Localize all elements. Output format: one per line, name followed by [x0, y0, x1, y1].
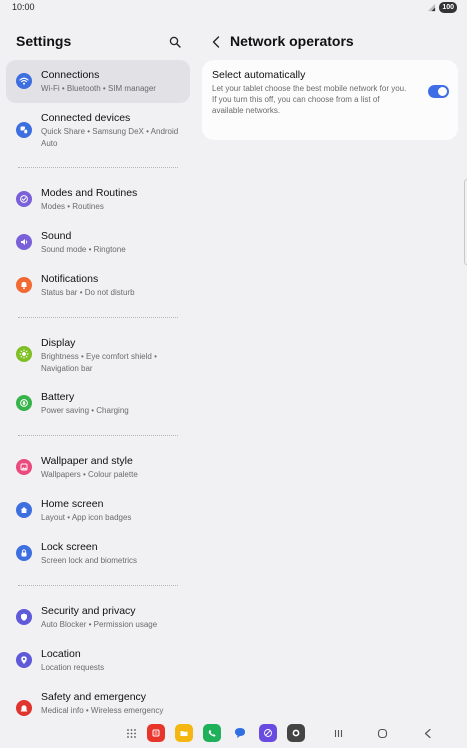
sidebar-item-title: Display — [41, 337, 76, 349]
recent-apps-icon — [334, 729, 342, 737]
sound-icon — [16, 234, 32, 250]
setting-description: Let your tablet choose the best mobile n… — [212, 84, 407, 115]
sidebar-item-subtitle: Screen lock and biometrics — [41, 556, 138, 565]
sidebar-item-subtitle: Medical info • Wireless emergency alerts — [41, 706, 164, 715]
sidebar-item-subtitle: Status bar • Do not disturb — [41, 288, 135, 297]
search-button[interactable] — [167, 34, 183, 50]
back-nav-button[interactable] — [418, 724, 436, 742]
network-operators-pane: Network operators Select automatically L… — [197, 16, 467, 716]
folder-app-icon[interactable] — [175, 724, 193, 742]
sidebar-item-wallpaper-and-style[interactable]: Wallpaper and style Wallpapers • Colour … — [6, 449, 190, 485]
battery-icon — [16, 395, 32, 411]
status-time: 10:00 — [12, 2, 35, 12]
sidebar-item-lock-screen[interactable]: Lock screen Screen lock and biometrics — [6, 535, 190, 571]
sidebar-item-title: Lock screen — [41, 541, 98, 553]
sidebar-item-title: Modes and Routines — [41, 187, 138, 199]
signal-icon — [428, 3, 436, 12]
page-title: Network operators — [230, 33, 354, 49]
sidebar-item-connected-devices[interactable]: Connected devices Quick Share • Samsung … — [6, 109, 190, 153]
toggle-knob — [438, 87, 447, 96]
modes-icon — [16, 191, 32, 207]
location-pin-icon — [16, 652, 32, 668]
back-nav-icon — [424, 728, 431, 738]
select-automatically-toggle[interactable] — [428, 85, 449, 98]
sidebar-item-home-screen[interactable]: Home screen Layout • App icon badges — [6, 492, 190, 528]
sidebar-item-subtitle: Wallpapers • Colour palette — [41, 470, 138, 479]
sidebar-item-location[interactable]: Location Location requests — [6, 642, 190, 678]
sidebar-item-title: Connections — [41, 69, 100, 81]
sidebar-item-subtitle: Brightness • Eye comfort shield • Naviga… — [41, 352, 157, 373]
sidebar-item-display[interactable]: Display Brightness • Eye comfort shield … — [6, 331, 190, 377]
sidebar-item-battery[interactable]: Battery Power saving • Charging — [6, 385, 190, 421]
grid-icon — [126, 728, 136, 738]
sidebar-item-subtitle: Quick Share • Samsung DeX • Android Auto — [41, 127, 179, 148]
sidebar-item-connections[interactable]: Connections Wi-Fi • Bluetooth • SIM mana… — [6, 60, 190, 103]
setting-title: Select automatically — [212, 69, 306, 81]
sidebar-item-subtitle: Layout • App icon badges — [41, 513, 132, 522]
section-divider — [18, 317, 178, 318]
internet-app-icon[interactable] — [259, 724, 277, 742]
status-bar: 10:00 100 — [0, 0, 467, 16]
select-automatically-setting[interactable]: Select automatically Let your tablet cho… — [202, 60, 458, 140]
back-button[interactable] — [209, 34, 223, 50]
apps-grid-button[interactable] — [122, 724, 140, 742]
sidebar-item-title: Sound — [41, 230, 72, 242]
sidebar-item-title: Wallpaper and style — [41, 455, 133, 467]
recent-apps-button[interactable] — [329, 724, 347, 742]
sidebar-item-modes-and-routines[interactable]: Modes and Routines Modes • Routines — [6, 181, 190, 217]
sun-icon — [16, 346, 32, 362]
sidebar-item-security-and-privacy[interactable]: Security and privacy Auto Blocker • Perm… — [6, 599, 190, 635]
sidebar-item-title: Home screen — [41, 498, 104, 510]
connected-devices-icon — [16, 122, 32, 138]
section-divider — [18, 435, 178, 436]
chevron-left-icon — [212, 36, 220, 48]
sidebar-item-title: Safety and emergency — [41, 691, 147, 703]
sidebar-item-title: Battery — [41, 391, 75, 403]
section-divider — [18, 167, 178, 168]
sidebar-item-subtitle: Wi-Fi • Bluetooth • SIM manager — [41, 84, 156, 93]
battery-indicator: 100 — [439, 2, 457, 13]
home-button[interactable] — [373, 724, 391, 742]
sidebar-item-notifications[interactable]: Notifications Status bar • Do not distur… — [6, 267, 190, 303]
settings-sidebar: Settings Connections Wi-Fi • Bluetooth •… — [0, 16, 197, 716]
bell-icon — [16, 277, 32, 293]
sidebar-item-subtitle: Power saving • Charging — [41, 406, 129, 415]
notes-app-icon[interactable] — [147, 724, 165, 742]
sidebar-item-subtitle: Auto Blocker • Permission usage — [41, 620, 158, 629]
messages-app-icon[interactable] — [231, 724, 249, 742]
search-icon — [169, 36, 181, 48]
lock-icon — [16, 545, 32, 561]
sidebar-item-title: Security and privacy — [41, 605, 136, 617]
sidebar-item-safety-and-emergency[interactable]: Safety and emergency Medical info • Wire… — [6, 685, 190, 716]
wallpaper-icon — [16, 459, 32, 475]
navigation-bar — [0, 716, 467, 748]
sidebar-item-subtitle: Sound mode • Ringtone — [41, 245, 126, 254]
sidebar-item-subtitle: Location requests — [41, 663, 105, 672]
shield-icon — [16, 609, 32, 625]
sidebar-item-title: Notifications — [41, 273, 99, 285]
section-divider — [18, 585, 178, 586]
settings-title: Settings — [16, 33, 72, 49]
camera-app-icon[interactable] — [287, 724, 305, 742]
home-icon — [16, 502, 32, 518]
status-indicators: 100 — [427, 2, 457, 13]
wifi-icon — [16, 73, 32, 89]
home-circle-icon — [377, 728, 387, 738]
sidebar-item-subtitle: Modes • Routines — [41, 202, 104, 211]
phone-app-icon[interactable] — [203, 724, 221, 742]
sidebar-item-title: Connected devices — [41, 112, 131, 124]
emergency-icon — [16, 700, 32, 716]
sidebar-item-title: Location — [41, 648, 81, 660]
sidebar-item-sound[interactable]: Sound Sound mode • Ringtone — [6, 224, 190, 260]
